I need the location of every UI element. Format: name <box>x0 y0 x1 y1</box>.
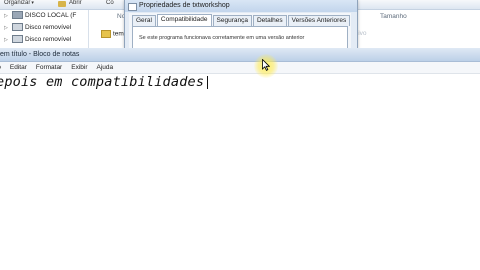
removable-drive-icon <box>12 23 23 32</box>
tab-detalhes[interactable]: Detalhes <box>252 15 287 26</box>
column-header-size[interactable]: Tamanho <box>351 12 461 22</box>
folder-icon <box>101 30 111 38</box>
removable-drive-icon <box>12 35 23 44</box>
notepad-title-bar[interactable]: em título - Bloco de notas <box>0 48 480 62</box>
share-label: Co <box>106 0 114 6</box>
mouse-pointer-icon <box>262 59 270 71</box>
file-icon <box>128 3 137 11</box>
nav-item-removable-1[interactable]: ▷ Disco removível <box>4 23 72 33</box>
menu-arquivo[interactable]: vo <box>0 64 1 71</box>
nav-item-label: Disco removível <box>25 36 72 43</box>
tab-versoes-anteriores[interactable]: Versões Anteriores <box>287 15 351 26</box>
menu-formatar[interactable]: Formatar <box>36 64 62 71</box>
expand-arrow-icon[interactable]: ▷ <box>4 35 8 45</box>
dialog-body: Geral Compatibilidade Segurança Detalhes… <box>129 13 351 50</box>
nav-item-label: Disco removível <box>25 24 72 31</box>
nav-item-disco-local[interactable]: ▷ DISCO LOCAL (F <box>4 11 77 21</box>
properties-dialog: Propriedades de txtworkshop Geral Compat… <box>124 0 358 50</box>
nav-item-label: DISCO LOCAL (F <box>25 12 77 19</box>
notepad-text: epois em compatibilidades <box>0 74 205 90</box>
organize-label: Organizar <box>4 0 31 6</box>
compatibility-panel: Se este programa funcionava corretamente… <box>132 26 348 50</box>
dialog-title: Propriedades de txtworkshop <box>139 2 230 9</box>
text-caret <box>207 75 209 89</box>
share-button[interactable]: Co <box>106 0 114 6</box>
notepad-window: em título - Bloco de notas vo Editar For… <box>0 48 480 270</box>
notepad-menu-bar: vo Editar Formatar Exibir Ajuda <box>0 62 480 74</box>
organize-button[interactable]: Organizar▾ <box>4 0 34 6</box>
open-icon <box>58 1 66 7</box>
file-item-label: tem <box>113 30 124 38</box>
chevron-down-icon: ▾ <box>31 0 34 6</box>
notepad-text-area[interactable]: epois em compatibilidades <box>0 74 480 270</box>
tab-seguranca[interactable]: Segurança <box>212 15 252 26</box>
file-item[interactable]: tem <box>101 30 124 38</box>
drive-icon <box>12 11 23 20</box>
notepad-text-line: epois em compatibilidades <box>0 74 209 90</box>
navigation-pane: ▷ DISCO LOCAL (F ▷ Disco removível ▷ Dis… <box>0 10 89 50</box>
dialog-tabs: Geral Compatibilidade Segurança Detalhes… <box>132 14 351 26</box>
tab-geral[interactable]: Geral <box>132 15 156 26</box>
open-label: Abrir <box>69 0 82 6</box>
expand-arrow-icon[interactable]: ▷ <box>4 23 8 33</box>
open-button[interactable]: Abrir <box>69 0 82 6</box>
compatibility-description: Se este programa funcionava corretamente… <box>139 35 305 41</box>
menu-editar[interactable]: Editar <box>10 64 27 71</box>
menu-ajuda[interactable]: Ajuda <box>97 64 114 71</box>
notepad-title: em título - Bloco de notas <box>0 51 80 58</box>
dialog-title-bar[interactable]: Propriedades de txtworkshop <box>125 0 357 12</box>
expand-arrow-icon[interactable]: ▷ <box>4 11 8 21</box>
tab-compatibilidade[interactable]: Compatibilidade <box>156 14 212 26</box>
nav-item-removable-2[interactable]: ▷ Disco removível <box>4 35 72 45</box>
menu-exibir[interactable]: Exibir <box>71 64 87 71</box>
